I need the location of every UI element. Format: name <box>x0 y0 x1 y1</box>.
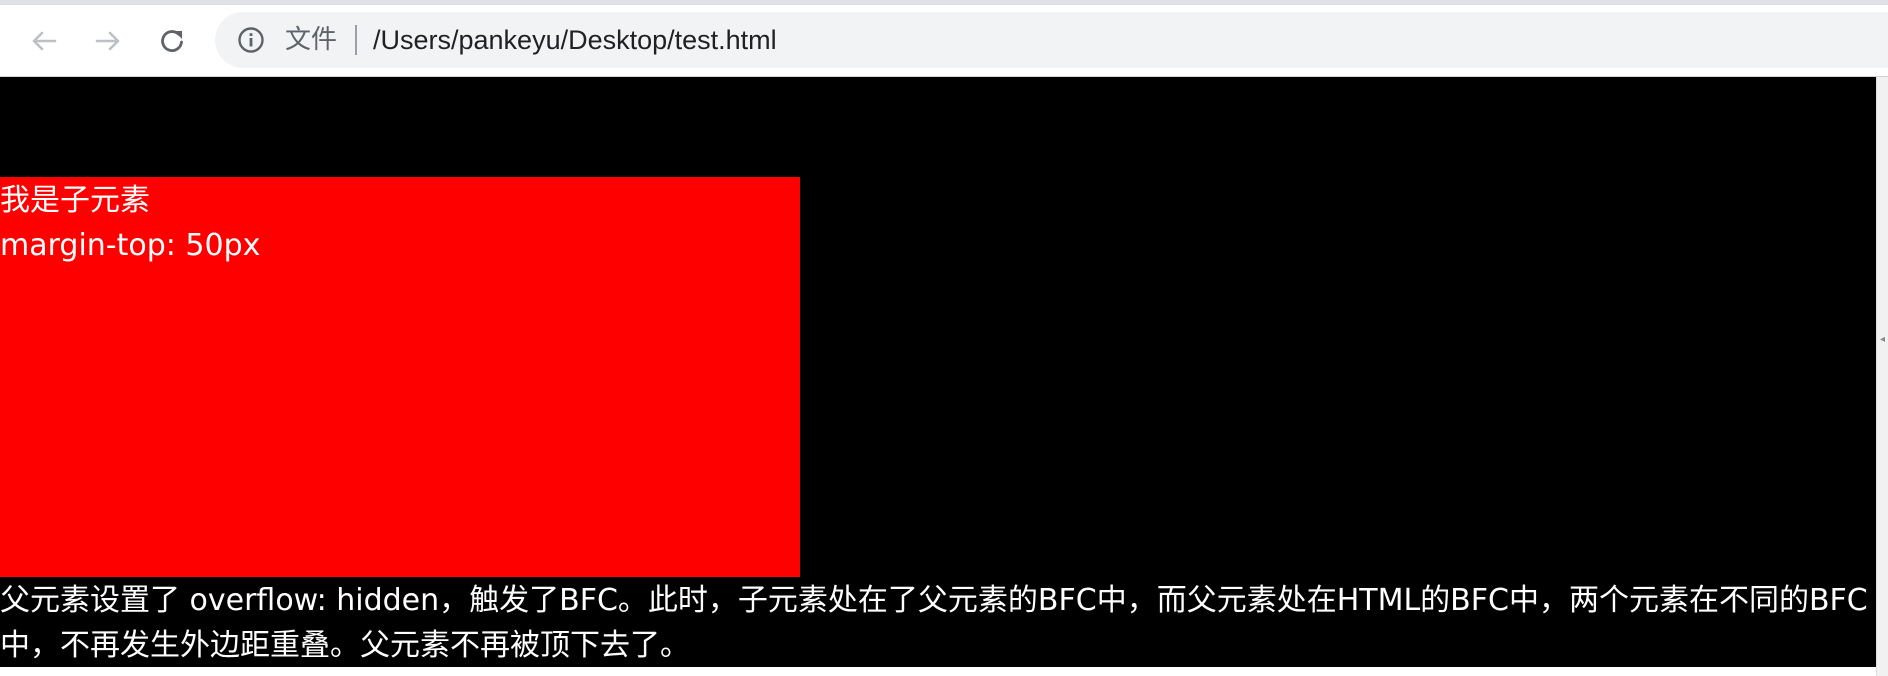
browser-toolbar: 文件 /Users/pankeyu/Desktop/test.html <box>0 5 1888 77</box>
scheme-label: 文件 <box>285 25 338 55</box>
child-margin-label: margin-top: 50px <box>0 228 261 263</box>
address-bar[interactable]: 文件 /Users/pankeyu/Desktop/test.html <box>215 12 1888 68</box>
scroll-arrow-icon: ◂ <box>1880 334 1886 345</box>
child-element: 我是子元素 margin-top: 50px <box>0 177 800 577</box>
explanation-text: 父元素设置了 overflow: hidden，触发了BFC。此时，子元素处在了… <box>0 583 1868 663</box>
url-text[interactable]: /Users/pankeyu/Desktop/test.html <box>373 24 777 56</box>
back-button[interactable] <box>22 19 66 63</box>
forward-button[interactable] <box>86 19 130 63</box>
address-separator <box>355 25 357 55</box>
reload-icon <box>157 26 187 56</box>
vertical-scrollbar[interactable]: ◂ <box>1876 77 1888 676</box>
child-label: 我是子元素 <box>0 183 150 218</box>
info-circle-icon[interactable] <box>237 26 265 54</box>
reload-button[interactable] <box>150 19 194 63</box>
child-text: 我是子元素 margin-top: 50px <box>0 177 800 268</box>
page-bottom-strip <box>0 667 1876 676</box>
arrow-right-icon <box>93 26 123 56</box>
arrow-left-icon <box>29 26 59 56</box>
page-viewport: 我是子元素 margin-top: 50px 父元素设置了 overflow: … <box>0 77 1876 667</box>
